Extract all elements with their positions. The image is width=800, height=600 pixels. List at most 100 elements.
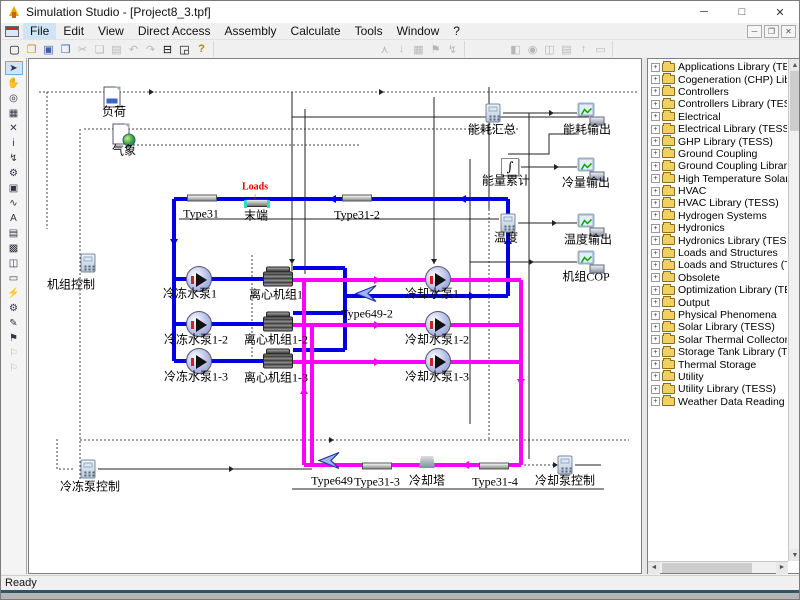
grid-dense-icon[interactable]: ▩	[5, 241, 23, 255]
close-button[interactable]: ✕	[761, 1, 799, 23]
plug-icon[interactable]: ⚡	[5, 286, 23, 300]
library-item-hydrogen-systems[interactable]: +Hydrogen Systems	[649, 210, 787, 222]
expand-icon[interactable]: +	[651, 360, 660, 369]
horizontal-scrollbar[interactable]: ◄ ►	[648, 561, 788, 573]
copy-icon[interactable]: ❏	[91, 42, 108, 57]
expand-icon[interactable]: +	[651, 286, 660, 295]
library-item-controllers-library-tess[interactable]: +Controllers Library (TESS)	[649, 98, 787, 110]
menu-view[interactable]: View	[91, 23, 131, 39]
expand-icon[interactable]: +	[651, 149, 660, 158]
diverter-type649-2[interactable]	[354, 284, 378, 309]
library-item-physical-phenomena[interactable]: +Physical Phenomena	[649, 309, 787, 321]
library-item-utility-library-tess[interactable]: +Utility Library (TESS)	[649, 383, 787, 395]
expand-icon[interactable]: +	[651, 162, 660, 171]
library-item-applications-library-tess[interactable]: +Applications Library (TESS)	[649, 61, 787, 73]
scroll-left-icon[interactable]: ◄	[648, 562, 660, 574]
library-item-electrical[interactable]: +Electrical	[649, 111, 787, 123]
expand-icon[interactable]: +	[651, 311, 660, 320]
trace-tool-icon[interactable]: ↯	[444, 42, 461, 57]
help-icon[interactable]: ?	[193, 42, 210, 57]
library-item-ground-coupling[interactable]: +Ground Coupling	[649, 148, 787, 160]
library-item-ghp-library-tess[interactable]: +GHP Library (TESS)	[649, 135, 787, 147]
library-item-solar-thermal-collectors[interactable]: +Solar Thermal Collectors	[649, 334, 787, 346]
library-item-hvac-library-tess[interactable]: +HVAC Library (TESS)	[649, 197, 787, 209]
expand-icon[interactable]: +	[651, 273, 660, 282]
mdi-minimize-button[interactable]: ─	[747, 25, 762, 38]
library-item-optimization-library-tess[interactable]: +Optimization Library (TESS)	[649, 284, 787, 296]
pan-tool-icon[interactable]: ✋	[5, 76, 23, 90]
project-canvas[interactable]: 负荷气象Type31末端Loads↓Type31-2能耗汇总能耗输出∫能量累计冷…	[28, 58, 642, 574]
expand-icon[interactable]: +	[651, 112, 660, 121]
probe-tool-icon[interactable]: ⚑	[427, 42, 444, 57]
gear-icon[interactable]: ⚙	[5, 301, 23, 315]
tile-icon[interactable]: ▤	[558, 42, 575, 57]
library-item-cogeneration-chp-library-tess[interactable]: +Cogeneration (CHP) Library (TESS)	[649, 73, 787, 85]
grid-icon[interactable]: ▤	[5, 226, 23, 240]
expand-icon[interactable]: +	[651, 261, 660, 270]
probe-tool-icon[interactable]: ↯	[5, 151, 23, 165]
mdi-restore-button[interactable]: ❐	[764, 25, 779, 38]
panel-icon[interactable]: ▭	[592, 42, 609, 57]
menu-tools[interactable]: Tools	[348, 23, 390, 39]
print-preview-icon[interactable]: ◲	[176, 42, 193, 57]
chiller-1-2[interactable]	[263, 317, 293, 332]
expand-icon[interactable]: +	[651, 75, 660, 84]
expand-icon[interactable]: +	[651, 199, 660, 208]
expand-icon[interactable]: +	[651, 100, 660, 109]
minimize-button[interactable]: ─	[685, 1, 723, 23]
window-split-icon[interactable]: ◧	[507, 42, 524, 57]
diverter-type649[interactable]	[317, 451, 341, 476]
horizontal-scroll-thumb[interactable]	[662, 563, 752, 573]
expand-icon[interactable]: +	[651, 236, 660, 245]
menu-calculate[interactable]: Calculate	[284, 23, 348, 39]
cut-icon[interactable]: ✂	[74, 42, 91, 57]
print-area-icon[interactable]: ▭	[5, 271, 23, 285]
cascade-icon[interactable]: ◫	[541, 42, 558, 57]
library-item-weather-data-reading-and-process[interactable]: +Weather Data Reading and Process	[649, 396, 787, 408]
save-all-icon[interactable]: ❒	[57, 42, 74, 57]
library-item-output[interactable]: +Output	[649, 296, 787, 308]
expand-icon[interactable]: +	[651, 137, 660, 146]
text-tool-icon[interactable]: A	[5, 211, 23, 225]
menu-window[interactable]: Window	[390, 23, 447, 39]
library-item-thermal-storage[interactable]: +Thermal Storage	[649, 358, 787, 370]
library-item-electrical-library-tess[interactable]: +Electrical Library (TESS)	[649, 123, 787, 135]
scroll-up-icon[interactable]: ▲	[789, 59, 800, 71]
menu-file[interactable]: File	[23, 23, 56, 39]
scroll-right-icon[interactable]: ►	[776, 562, 788, 574]
expand-icon[interactable]: +	[651, 348, 660, 357]
pipe-type31-4[interactable]	[479, 463, 509, 470]
zoom-tool-icon[interactable]: ◎	[5, 91, 23, 105]
vertical-scrollbar[interactable]: ▲ ▼	[788, 59, 800, 561]
expand-icon[interactable]: +	[651, 125, 660, 134]
expand-icon[interactable]: +	[651, 298, 660, 307]
expand-icon[interactable]: +	[651, 63, 660, 72]
new-icon[interactable]: ▢	[6, 42, 23, 57]
library-item-high-temperature-solar-tess[interactable]: +High Temperature Solar (TESS)	[649, 173, 787, 185]
expand-icon[interactable]: +	[651, 174, 660, 183]
open-icon[interactable]: ❐	[23, 42, 40, 57]
chiller-1[interactable]	[263, 272, 293, 287]
grid-tool-icon[interactable]: ▦	[410, 42, 427, 57]
vertical-scroll-thumb[interactable]	[790, 71, 800, 131]
library-item-obsolete[interactable]: +Obsolete	[649, 272, 787, 284]
info-tool-icon[interactable]: i	[5, 136, 23, 150]
library-item-solar-library-tess[interactable]: +Solar Library (TESS)	[649, 321, 787, 333]
wrench-tool-icon[interactable]: ⚙	[5, 166, 23, 180]
drop-tool-icon[interactable]: ↓	[393, 42, 410, 57]
signal-tool-icon[interactable]: ∿	[5, 196, 23, 210]
expand-icon[interactable]: +	[651, 335, 660, 344]
expand-icon[interactable]: +	[651, 385, 660, 394]
menu-direct-access[interactable]: Direct Access	[131, 23, 218, 39]
redo-icon[interactable]: ↷	[142, 42, 159, 57]
library-item-hvac[interactable]: +HVAC	[649, 185, 787, 197]
plot-tool-icon[interactable]: ▦	[5, 106, 23, 120]
pipe-type31[interactable]	[187, 195, 217, 202]
print-icon[interactable]: ⊟	[159, 42, 176, 57]
menu-assembly[interactable]: Assembly	[218, 23, 284, 39]
expand-icon[interactable]: +	[651, 87, 660, 96]
chiller-1-3[interactable]	[263, 354, 293, 369]
link-tool-icon[interactable]: ⋏	[376, 42, 393, 57]
flag-b-icon[interactable]: ⚐	[5, 361, 23, 375]
run-icon[interactable]: ⚑	[5, 331, 23, 345]
